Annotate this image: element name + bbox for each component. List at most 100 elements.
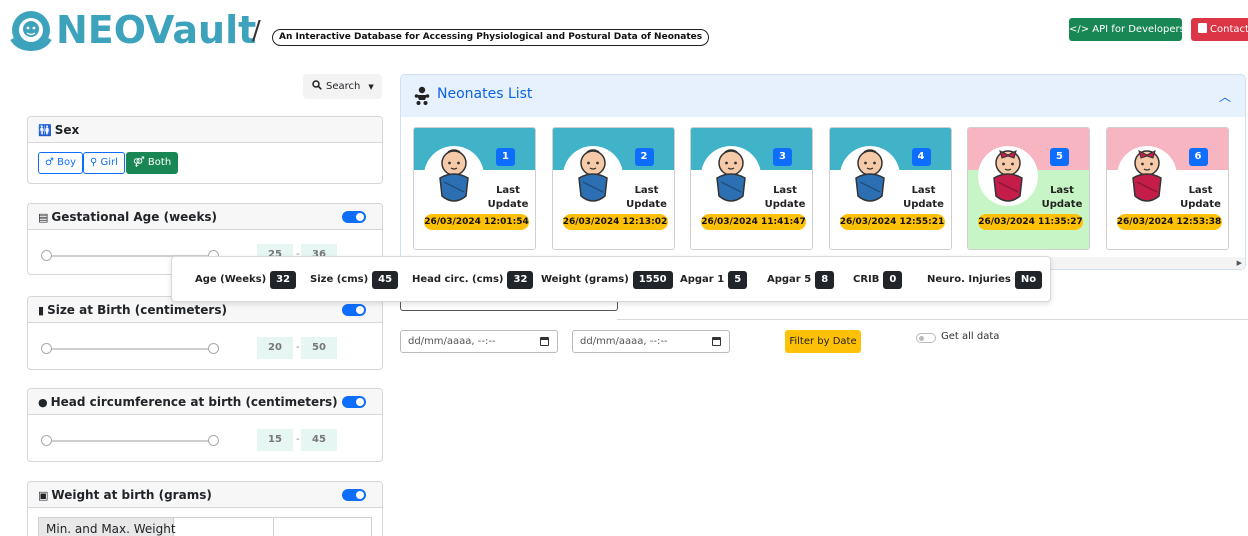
detail-weight: Weight (grams) 1550 bbox=[541, 271, 673, 289]
gestational-age-toggle[interactable] bbox=[342, 211, 366, 223]
contact-icon bbox=[1198, 23, 1207, 33]
neonate-id-badge: 1 bbox=[496, 148, 515, 166]
head-circ-toggle[interactable] bbox=[342, 396, 366, 408]
gestational-age-min-handle[interactable] bbox=[41, 250, 52, 261]
neonate-avatar bbox=[1116, 146, 1177, 206]
baby-icon bbox=[414, 86, 430, 105]
table-divider bbox=[273, 518, 274, 536]
get-all-data-switch[interactable] bbox=[916, 333, 936, 343]
detail-crib-label: CRIB bbox=[853, 274, 880, 285]
detail-size: Size (cms) 45 bbox=[310, 271, 399, 289]
size-max-value[interactable]: 50 bbox=[301, 337, 337, 359]
last-update-label: Last Update bbox=[764, 185, 806, 210]
end-date-input[interactable]: dd/mm/aaaa, --:-- bbox=[572, 330, 730, 353]
neonate-card[interactable]: 4 Last Update 26/03/2024 12:55:21 bbox=[828, 127, 952, 250]
last-update-date: 26/03/2024 12:55:21 bbox=[839, 214, 945, 230]
scroll-right-icon[interactable]: ▶ bbox=[1237, 257, 1242, 269]
site-tagline: An Interactive Database for Accessing Ph… bbox=[272, 29, 710, 46]
head-circ-filter-header: ● Head circumference at birth (centimeter… bbox=[28, 389, 382, 415]
size-slider[interactable] bbox=[46, 348, 216, 350]
start-date-placeholder: dd/mm/aaaa, --:-- bbox=[408, 336, 496, 347]
detail-weight-label: Weight (grams) bbox=[541, 274, 629, 285]
last-update-date: 26/03/2024 11:41:47 bbox=[701, 214, 806, 230]
baby-logo-icon bbox=[10, 11, 52, 51]
neonate-avatar bbox=[562, 146, 623, 206]
last-update-label: Last Update bbox=[626, 185, 667, 210]
calendar-icon[interactable] bbox=[712, 337, 721, 346]
head-circ-max-handle[interactable] bbox=[208, 435, 219, 446]
neonate-id-badge: 5 bbox=[1050, 148, 1069, 166]
neonates-panel-header[interactable]: Neonates List ︿ bbox=[401, 75, 1245, 117]
neonate-avatar bbox=[424, 146, 484, 206]
detail-age-value: 32 bbox=[270, 271, 297, 289]
scale-icon: ▣ bbox=[38, 489, 49, 502]
detail-apgar1: Apgar 15 bbox=[680, 271, 748, 289]
detail-head-label: Head circ. (cms) bbox=[412, 274, 504, 285]
head-circ-filter-title: Head circumference at birth (centimeters… bbox=[50, 395, 338, 409]
detail-crib-value: 0 bbox=[883, 271, 903, 289]
head-circ-slider[interactable] bbox=[46, 440, 216, 442]
head-circ-min-value[interactable]: 15 bbox=[257, 429, 293, 451]
size-min-handle[interactable] bbox=[41, 343, 52, 354]
api-developers-button[interactable]: </> API for Developers bbox=[1069, 18, 1185, 41]
detail-size-value: 45 bbox=[372, 271, 399, 289]
size-max-handle[interactable] bbox=[208, 343, 219, 354]
last-update-date: 26/03/2024 12:01:54 bbox=[424, 214, 529, 230]
detail-head-value: 32 bbox=[507, 271, 534, 289]
neonate-avatar bbox=[839, 146, 900, 206]
start-date-input[interactable]: dd/mm/aaaa, --:-- bbox=[400, 330, 558, 353]
last-update-date: 26/03/2024 12:13:02 bbox=[562, 214, 668, 230]
chevron-up-icon[interactable]: ︿ bbox=[1219, 88, 1231, 105]
last-update-label: Last Update bbox=[1041, 185, 1083, 210]
size-filter-card: ▮ Size at Birth (centimeters) 20 - 50 bbox=[27, 296, 383, 370]
sex-filter-header: 🚻 Sex bbox=[28, 117, 382, 143]
weight-filter-title: Weight at birth (grams) bbox=[51, 488, 212, 502]
size-toggle[interactable] bbox=[342, 304, 366, 316]
neonates-list-title: Neonates List bbox=[437, 86, 533, 102]
size-min-value[interactable]: 20 bbox=[257, 337, 293, 359]
detail-head: Head circ. (cms) 32 bbox=[412, 271, 534, 289]
search-icon bbox=[312, 80, 322, 90]
detail-neuro-value: No bbox=[1014, 271, 1043, 289]
search-button[interactable]: Search ▼ bbox=[303, 74, 382, 99]
neonate-details-popover: Age (Weeks) 32 Size (cms) 45 Head circ. (c… bbox=[171, 256, 1051, 302]
detail-apgar5-label: Apgar 5 bbox=[767, 274, 812, 285]
logo-text: NEOVault bbox=[56, 8, 257, 52]
detail-crib: CRIB 0 bbox=[853, 271, 903, 289]
neonate-avatar bbox=[978, 146, 1038, 206]
head-circ-max-value[interactable]: 45 bbox=[301, 429, 337, 451]
neonates-panel: Neonates List ︿ 6 Last Update 26/03/2024 1… bbox=[400, 74, 1246, 270]
detail-apgar1-value: 5 bbox=[728, 271, 748, 289]
neonate-card[interactable]: 6 Last Update 26/03/2024 12:53:38 bbox=[1105, 127, 1229, 250]
both-button[interactable]: ⚤ Both bbox=[126, 152, 179, 174]
girl-button[interactable]: ⚲ Girl bbox=[83, 152, 125, 174]
search-label: Search bbox=[326, 81, 361, 92]
gestational-age-title: Gestational Age (weeks) bbox=[51, 210, 218, 224]
weight-table: Min. and Max. Weight bbox=[38, 517, 372, 536]
boy-button[interactable]: ♂ Boy bbox=[38, 152, 84, 174]
restroom-icon: 🚻 bbox=[38, 124, 52, 137]
filter-by-date-button[interactable]: Filter by Date bbox=[785, 330, 861, 353]
detail-apgar1-label: Apgar 1 bbox=[680, 274, 725, 285]
contact-button[interactable]: Contact bbox=[1191, 18, 1248, 41]
weight-toggle[interactable] bbox=[342, 489, 366, 501]
range-separator: - bbox=[296, 342, 300, 353]
app-logo[interactable]: NEOVault bbox=[8, 8, 256, 52]
range-separator: - bbox=[296, 434, 300, 445]
detail-age: Age (Weeks) 32 bbox=[195, 271, 297, 289]
weight-table-header: Min. and Max. Weight bbox=[39, 518, 176, 536]
neonate-id-badge: 3 bbox=[773, 148, 792, 166]
get-all-data-label: Get all data bbox=[941, 331, 1000, 342]
calendar-icon[interactable] bbox=[540, 337, 549, 346]
calendar-icon: ▤ bbox=[38, 211, 49, 224]
neonate-card[interactable]: 5 Last Update 26/03/2024 11:35:27 bbox=[967, 127, 1090, 250]
neonate-card[interactable]: 2 Last Update 26/03/2024 12:13:02 bbox=[551, 127, 675, 250]
neonate-card[interactable]: 3 Last Update 26/03/2024 11:41:47 bbox=[690, 127, 813, 250]
last-update-date: 26/03/2024 11:35:27 bbox=[978, 214, 1083, 230]
neonate-card[interactable]: 1 Last Update 26/03/2024 12:01:54 bbox=[413, 127, 536, 250]
chevron-down-icon: ▼ bbox=[368, 83, 374, 91]
weight-filter-card: ▣ Weight at birth (grams) Min. and Max. W… bbox=[27, 481, 383, 536]
detail-size-label: Size (cms) bbox=[310, 274, 369, 285]
last-update-label: Last Update bbox=[487, 185, 529, 210]
head-circ-min-handle[interactable] bbox=[41, 435, 52, 446]
